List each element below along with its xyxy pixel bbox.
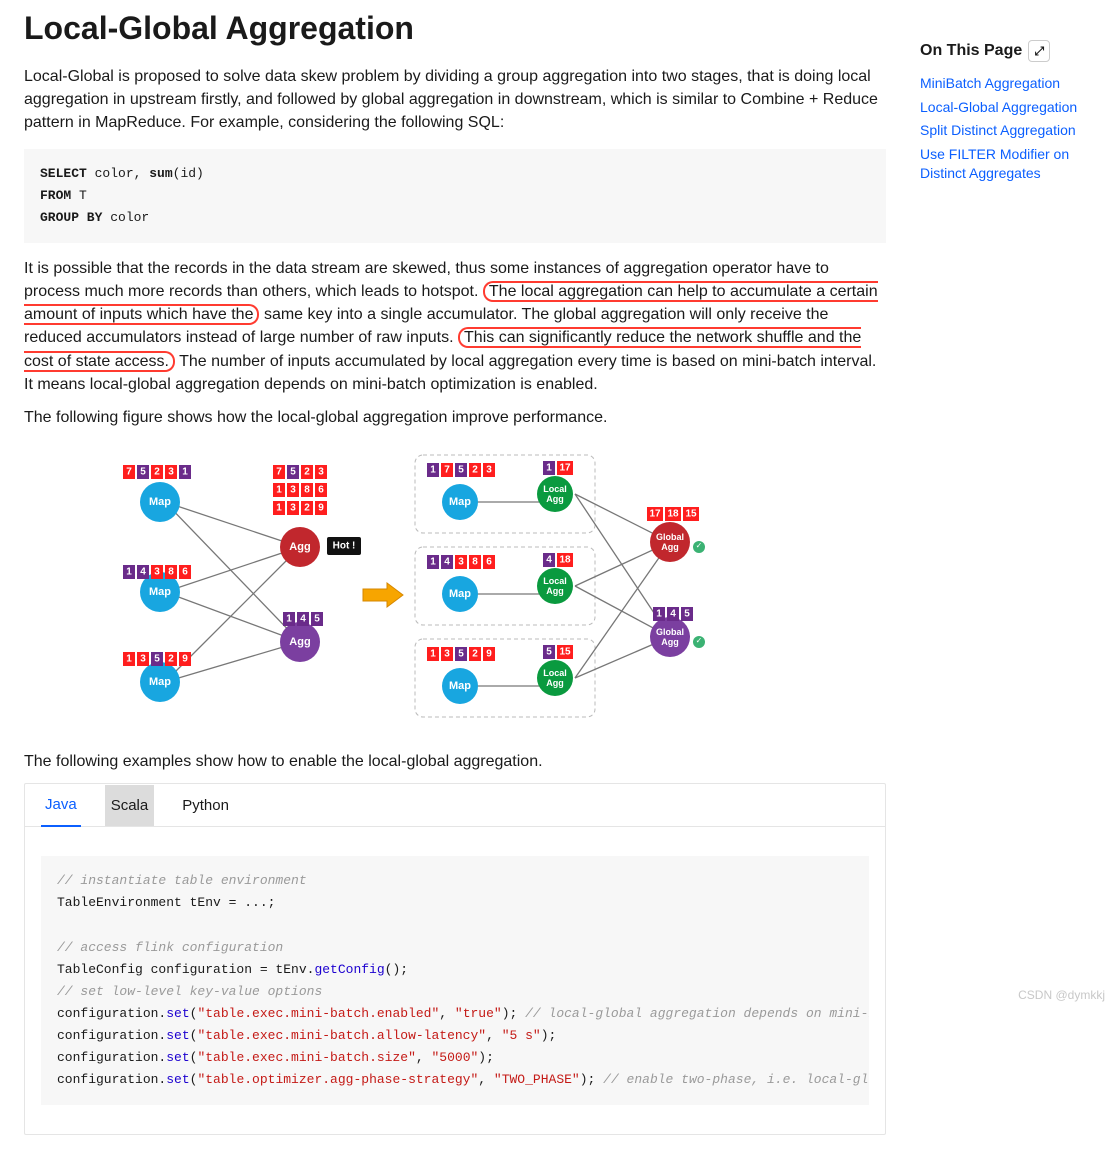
svg-text:3: 3 xyxy=(168,467,174,478)
svg-text:5: 5 xyxy=(546,647,552,658)
tab-scala[interactable]: Scala xyxy=(105,785,155,826)
svg-text:4: 4 xyxy=(670,609,676,620)
svg-text:7: 7 xyxy=(276,467,282,478)
svg-text:Agg: Agg xyxy=(546,678,564,688)
svg-text:6: 6 xyxy=(182,567,188,578)
svg-text:1: 1 xyxy=(276,503,282,514)
svg-text:5: 5 xyxy=(684,609,690,620)
svg-text:5: 5 xyxy=(140,467,146,478)
page-title: Local-Global Aggregation xyxy=(24,10,886,47)
svg-text:9: 9 xyxy=(318,503,324,514)
svg-text:Agg: Agg xyxy=(546,586,564,596)
svg-text:17: 17 xyxy=(559,463,571,474)
svg-text:Hot !: Hot ! xyxy=(333,541,356,552)
svg-text:15: 15 xyxy=(559,647,571,658)
svg-text:7: 7 xyxy=(126,467,132,478)
arrow-icon xyxy=(363,583,403,607)
svg-text:1: 1 xyxy=(126,567,132,578)
svg-text:Map: Map xyxy=(149,676,171,688)
svg-text:8: 8 xyxy=(168,567,174,578)
svg-text:5: 5 xyxy=(290,467,296,478)
svg-text:Map: Map xyxy=(149,586,171,598)
svg-text:Agg: Agg xyxy=(661,542,679,552)
svg-text:4: 4 xyxy=(300,614,306,625)
svg-text:6: 6 xyxy=(318,485,324,496)
svg-text:1: 1 xyxy=(286,614,292,625)
svg-text:Local: Local xyxy=(543,576,567,586)
svg-text:17: 17 xyxy=(649,509,661,520)
aggregation-diagram: Map Map Map Agg Agg Hot ! 7 5 2 3 1 1 4 … xyxy=(105,447,805,727)
toc-title: On This Page xyxy=(920,42,1022,60)
svg-text:3: 3 xyxy=(290,485,296,496)
svg-text:4: 4 xyxy=(444,557,450,568)
svg-text:3: 3 xyxy=(290,503,296,514)
toc-link[interactable]: Local-Global Aggregation xyxy=(920,98,1090,118)
svg-text:1: 1 xyxy=(546,463,552,474)
svg-text:1: 1 xyxy=(430,465,436,476)
svg-text:Agg: Agg xyxy=(546,494,564,504)
svg-text:Map: Map xyxy=(449,588,471,600)
collapse-icon[interactable]: ⤢ xyxy=(1028,40,1050,62)
svg-text:9: 9 xyxy=(182,654,188,665)
svg-text:15: 15 xyxy=(685,509,697,520)
tab-python[interactable]: Python xyxy=(178,785,233,826)
svg-text:8: 8 xyxy=(472,557,478,568)
svg-text:Agg: Agg xyxy=(289,636,310,648)
svg-text:8: 8 xyxy=(304,485,310,496)
svg-text:2: 2 xyxy=(304,503,310,514)
svg-text:3: 3 xyxy=(458,557,464,568)
toc-link[interactable]: Use FILTER Modifier on Distinct Aggregat… xyxy=(920,145,1090,184)
sql-code-block: SELECT color, sum(id) FROM T GROUP BY co… xyxy=(24,149,886,243)
svg-text:18: 18 xyxy=(559,555,571,566)
svg-text:3: 3 xyxy=(444,649,450,660)
svg-text:3: 3 xyxy=(318,467,324,478)
svg-text:1: 1 xyxy=(126,654,132,665)
svg-text:Map: Map xyxy=(449,496,471,508)
toc-link[interactable]: Split Distinct Aggregation xyxy=(920,121,1090,141)
toc-link[interactable]: MiniBatch Aggregation xyxy=(920,74,1090,94)
code-tabs: Java Scala Python // instantiate table e… xyxy=(24,783,886,1135)
svg-text:5: 5 xyxy=(314,614,320,625)
svg-text:Local: Local xyxy=(543,484,567,494)
svg-text:1: 1 xyxy=(656,609,662,620)
tab-java[interactable]: Java xyxy=(41,784,81,827)
svg-text:Agg: Agg xyxy=(661,637,679,647)
svg-text:4: 4 xyxy=(546,555,552,566)
svg-text:1: 1 xyxy=(430,557,436,568)
svg-text:5: 5 xyxy=(154,654,160,665)
svg-text:3: 3 xyxy=(140,654,146,665)
svg-text:5: 5 xyxy=(458,649,464,660)
svg-text:3: 3 xyxy=(154,567,160,578)
svg-text:✓: ✓ xyxy=(696,541,703,550)
svg-text:Local: Local xyxy=(543,668,567,678)
svg-text:Global: Global xyxy=(656,532,684,542)
svg-text:Map: Map xyxy=(149,496,171,508)
examples-caption: The following examples show how to enabl… xyxy=(24,750,886,773)
svg-text:6: 6 xyxy=(486,557,492,568)
svg-text:1: 1 xyxy=(430,649,436,660)
svg-text:2: 2 xyxy=(154,467,160,478)
svg-text:5: 5 xyxy=(458,465,464,476)
svg-text:✓: ✓ xyxy=(696,636,703,645)
svg-text:4: 4 xyxy=(140,567,146,578)
svg-text:Global: Global xyxy=(656,627,684,637)
svg-text:3: 3 xyxy=(486,465,492,476)
svg-text:2: 2 xyxy=(472,465,478,476)
intro-paragraph: Local-Global is proposed to solve data s… xyxy=(24,65,886,135)
explanation-paragraph: It is possible that the records in the d… xyxy=(24,257,886,396)
svg-text:2: 2 xyxy=(168,654,174,665)
watermark: CSDN @dymkkj xyxy=(1018,988,1105,1002)
java-code-block: // instantiate table environment TableEn… xyxy=(41,856,869,1105)
svg-text:Agg: Agg xyxy=(289,541,310,553)
svg-text:18: 18 xyxy=(667,509,679,520)
svg-text:2: 2 xyxy=(472,649,478,660)
svg-text:9: 9 xyxy=(486,649,492,660)
svg-text:7: 7 xyxy=(444,465,450,476)
svg-text:1: 1 xyxy=(182,467,188,478)
svg-text:Map: Map xyxy=(449,680,471,692)
svg-text:2: 2 xyxy=(304,467,310,478)
svg-text:1: 1 xyxy=(276,485,282,496)
figure-caption: The following figure shows how the local… xyxy=(24,406,886,429)
